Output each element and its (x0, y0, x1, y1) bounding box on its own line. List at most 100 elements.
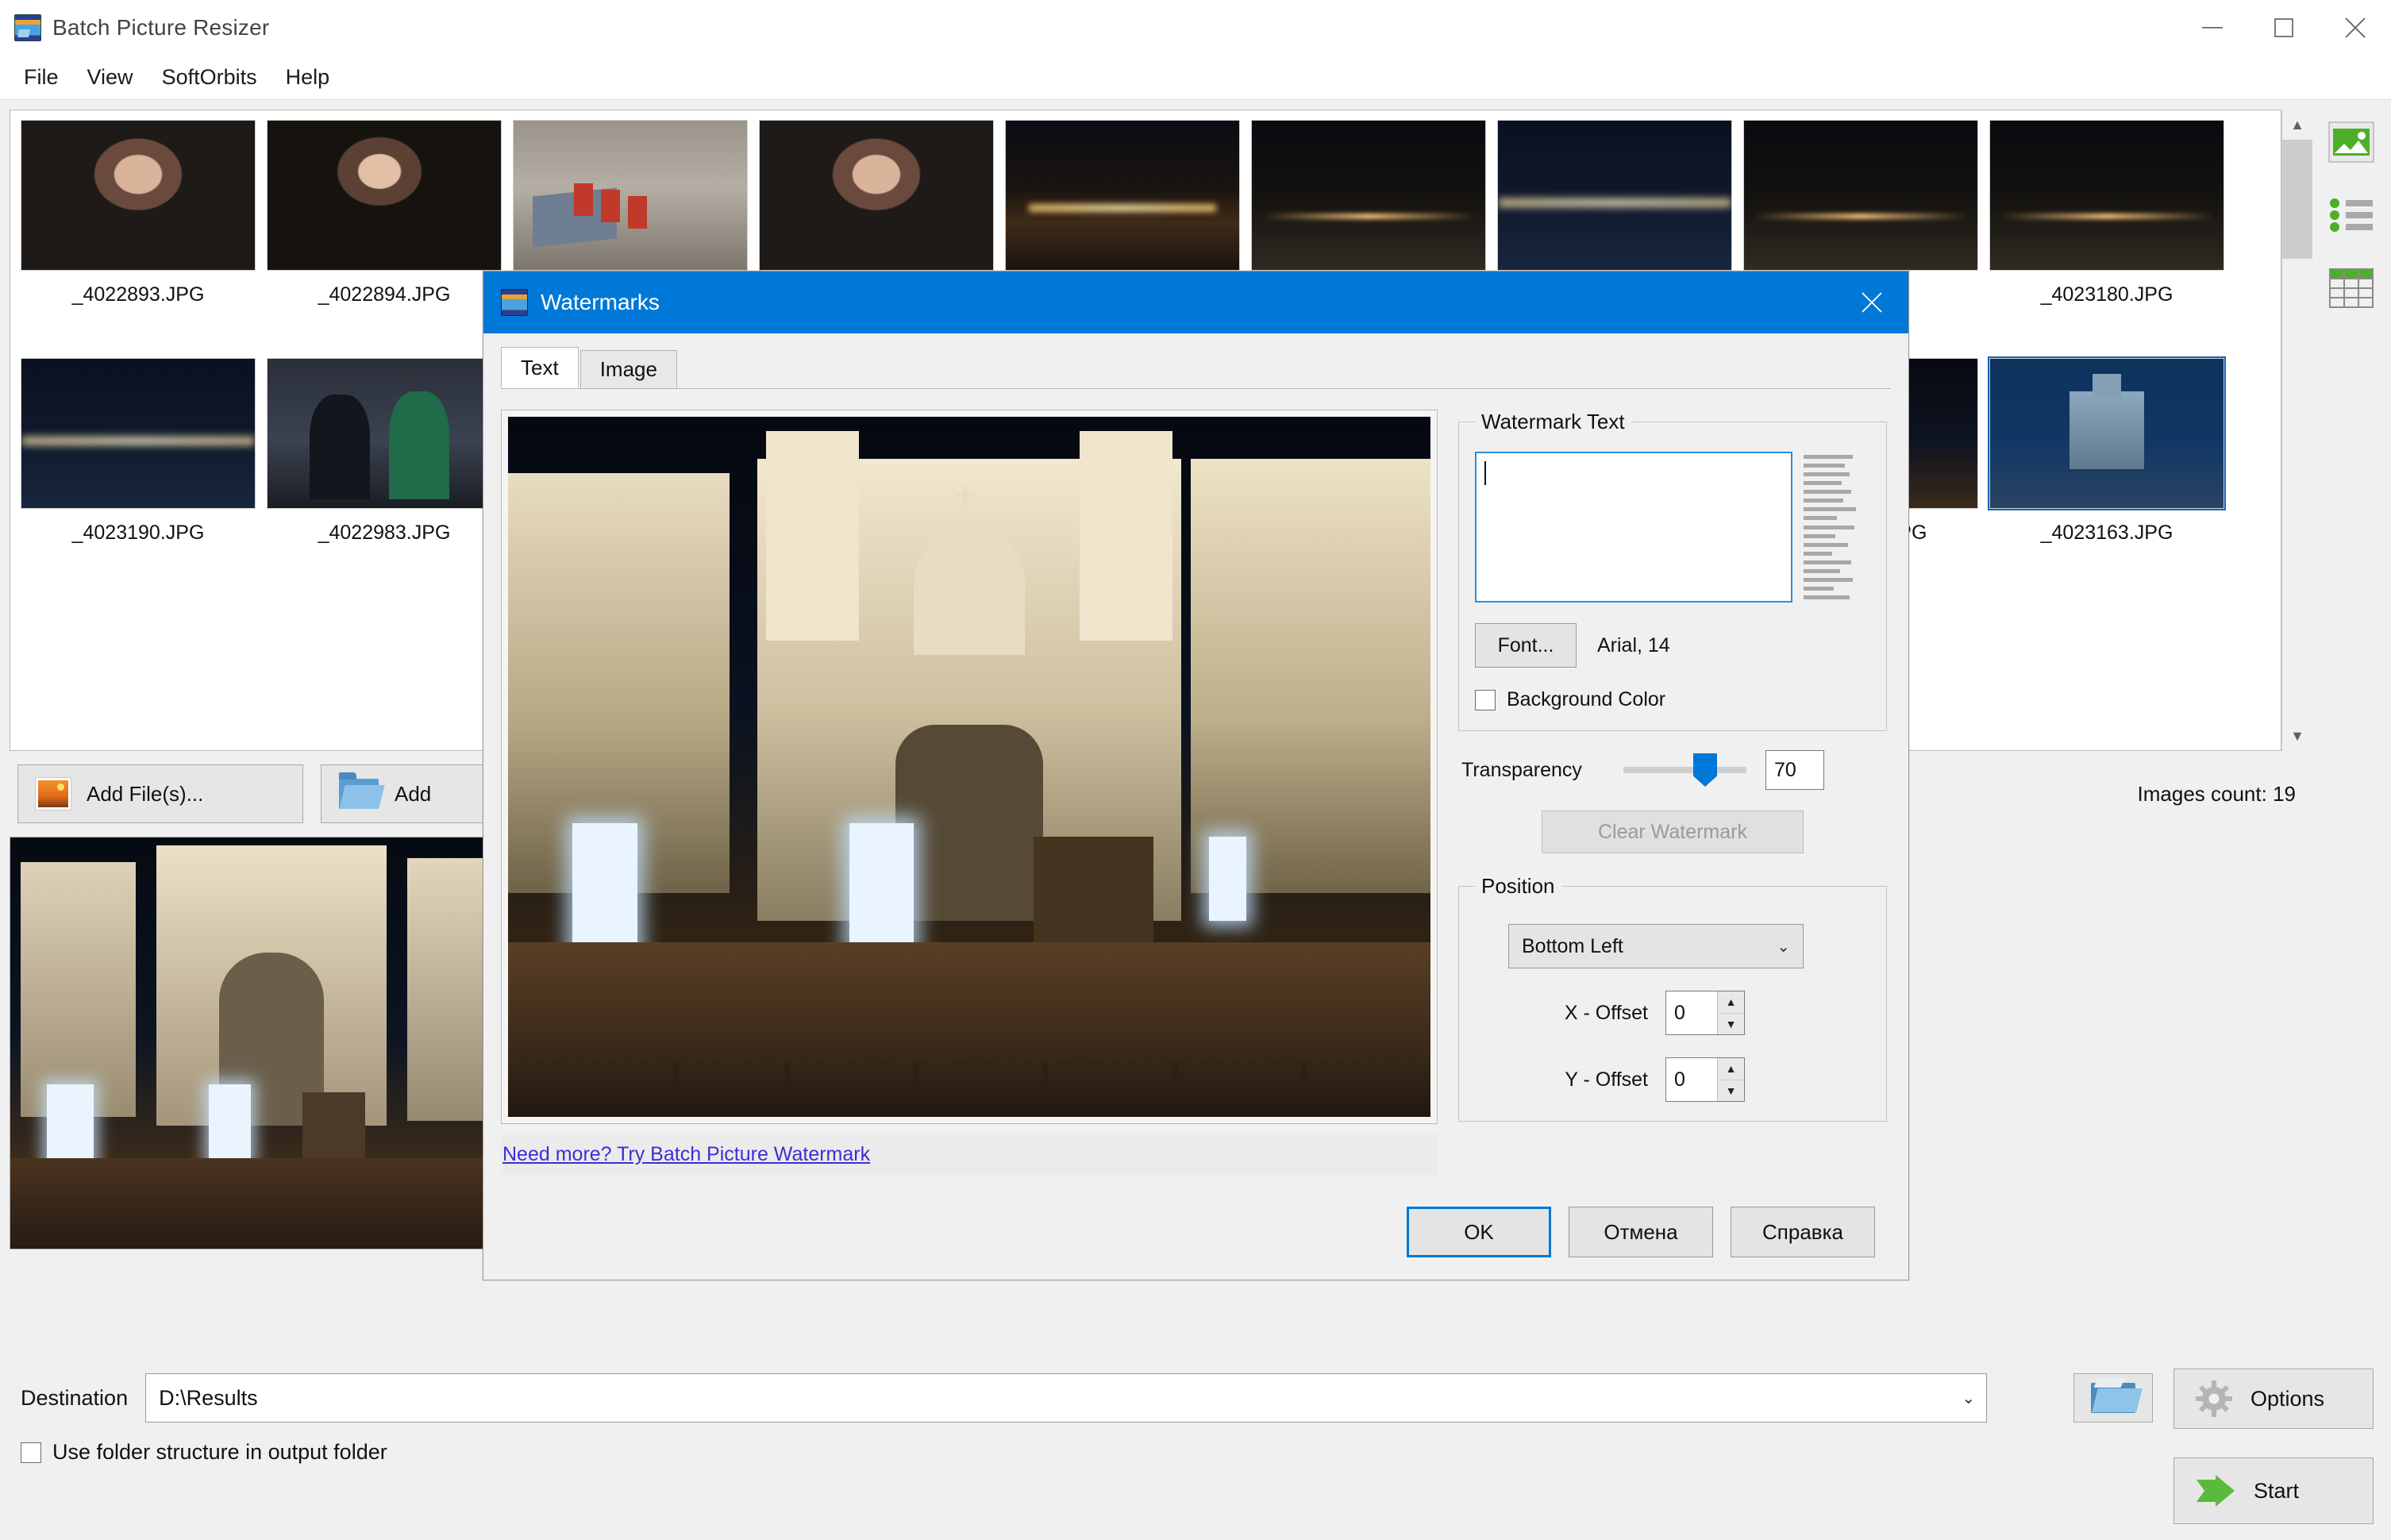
x-offset-label: X - Offset (1564, 1001, 1648, 1024)
background-color-row[interactable]: Background Color (1475, 688, 1870, 711)
menu-item-file[interactable]: File (11, 60, 71, 94)
x-offset-stepper[interactable]: 0 ▲ ▼ (1665, 991, 1745, 1035)
minimize-button[interactable] (2177, 0, 2248, 56)
menu-bar: File View SoftOrbits Help (0, 56, 2391, 100)
thumbnail-filename: _4022983.JPG (318, 522, 451, 544)
dialog-title: Watermarks (541, 290, 660, 314)
chevron-down-icon[interactable]: ⌄ (1777, 937, 1790, 957)
position-select[interactable]: Bottom Left ⌄ (1508, 924, 1804, 968)
add-folder-label: Add (395, 781, 432, 806)
window-controls (2177, 0, 2391, 56)
y-offset-row: Y - Offset 0 ▲ ▼ (1475, 1057, 1870, 1102)
batch-picture-watermark-link[interactable]: Need more? Try Batch Picture Watermark (501, 1143, 870, 1166)
open-folder-icon (2091, 1383, 2135, 1413)
help-button[interactable]: Справка (1731, 1207, 1875, 1257)
dialog-title-bar: Watermarks (483, 271, 1908, 333)
thumbnail-image (21, 358, 256, 509)
watermark-text-input[interactable] (1475, 452, 1792, 603)
destination-row: Destination D:\Results ⌄ (21, 1373, 1988, 1423)
promo-link-row: Need more? Try Batch Picture Watermark (501, 1134, 1438, 1175)
close-button[interactable] (2320, 0, 2391, 56)
dialog-close-button[interactable] (1835, 271, 1908, 333)
y-offset-stepper[interactable]: 0 ▲ ▼ (1665, 1057, 1745, 1102)
x-offset-value[interactable]: 0 (1666, 991, 1717, 1034)
y-offset-label: Y - Offset (1565, 1068, 1648, 1091)
watermark-controls-column: Watermark Text Font... Arial, 14 Backgro… (1458, 410, 1887, 1175)
options-button[interactable]: Options (2173, 1369, 2374, 1429)
start-button[interactable]: Start (2173, 1457, 2374, 1524)
thumbnail-item[interactable]: _4022893.JPG (15, 115, 261, 353)
thumbnail-item[interactable]: _4022894.JPG (261, 115, 507, 353)
table-view-icon[interactable] (2325, 262, 2378, 314)
slider-track (1623, 767, 1746, 773)
background-color-checkbox[interactable] (1475, 689, 1496, 710)
thumbnail-filename: _4023163.JPG (2040, 522, 2173, 545)
list-view-icon[interactable] (2325, 189, 2378, 241)
y-offset-increment-icon[interactable]: ▲ (1718, 1058, 1744, 1080)
add-files-button[interactable]: Add File(s)... (17, 764, 303, 823)
transparency-label: Transparency (1461, 758, 1582, 781)
menu-item-help[interactable]: Help (273, 60, 343, 94)
view-mode-toolbar (2312, 100, 2391, 751)
app-icon (14, 14, 41, 41)
position-group: Position Bottom Left ⌄ X - Offset 0 ▲ ▼ (1458, 874, 1887, 1122)
images-count-label: Images count: 19 (2137, 781, 2296, 806)
dialog-footer: OK Отмена Справка (483, 1184, 1908, 1280)
watermark-text-group: Watermark Text Font... Arial, 14 Backgro… (1458, 410, 1887, 731)
ok-button[interactable]: OK (1407, 1207, 1551, 1257)
thumbnails-scrollbar[interactable]: ▲ ▼ (2281, 110, 2312, 751)
maximize-button[interactable] (2248, 0, 2320, 56)
thumbnail-image (1989, 120, 2224, 271)
thumbnail-image (1743, 120, 1978, 271)
dialog-app-icon (501, 289, 528, 316)
background-color-label: Background Color (1507, 688, 1666, 710)
transparency-slider[interactable] (1623, 749, 1746, 791)
picture-icon (36, 778, 71, 810)
folder-icon (339, 772, 379, 809)
transparency-value-input[interactable]: 70 (1765, 750, 1824, 790)
menu-item-view[interactable]: View (75, 60, 146, 94)
x-offset-increment-icon[interactable]: ▲ (1718, 991, 1744, 1014)
y-offset-decrement-icon[interactable]: ▼ (1718, 1080, 1744, 1101)
tab-text[interactable]: Text (501, 347, 579, 388)
scroll-down-icon[interactable]: ▼ (2282, 721, 2312, 751)
text-cursor (1484, 461, 1486, 485)
thumbnail-image (1005, 120, 1240, 271)
title-bar: Batch Picture Resizer (0, 0, 2391, 56)
thumbnail-image (1497, 120, 1732, 271)
gear-icon (2196, 1380, 2232, 1417)
x-offset-decrement-icon[interactable]: ▼ (1718, 1013, 1744, 1034)
bottom-bar: Destination D:\Results ⌄ Use folder stru… (0, 1357, 2391, 1540)
use-folder-structure-checkbox[interactable] (21, 1442, 41, 1463)
cancel-button[interactable]: Отмена (1569, 1207, 1713, 1257)
font-button[interactable]: Font... (1475, 623, 1577, 668)
preview-photo (10, 837, 533, 1249)
thumbnail-item[interactable]: _4023180.JPG (1984, 115, 2230, 353)
menu-item-softorbits[interactable]: SoftOrbits (149, 60, 270, 94)
thumbnail-filename: _4023180.JPG (2040, 283, 2173, 306)
thumbnail-image (759, 120, 994, 271)
dialog-body: Text Image Need more? Try Batch Picture … (483, 333, 1908, 1184)
slider-handle[interactable] (1693, 753, 1717, 787)
start-label: Start (2254, 1478, 2300, 1503)
destination-input[interactable]: D:\Results ⌄ (145, 1373, 1988, 1423)
thumbnail-image (267, 120, 502, 271)
thumbnail-item[interactable]: _4022983.JPG (261, 353, 507, 591)
scrollbar-thumb[interactable] (2282, 140, 2312, 259)
y-offset-value[interactable]: 0 (1666, 1058, 1717, 1101)
clear-watermark-button[interactable]: Clear Watermark (1542, 810, 1804, 853)
scroll-up-icon[interactable]: ▲ (2282, 110, 2312, 140)
thumbnail-item[interactable]: _4023163.JPG (1984, 353, 2230, 591)
watermark-preview[interactable] (501, 410, 1438, 1124)
thumbnail-image (513, 120, 748, 271)
browse-folder-button[interactable] (2073, 1373, 2153, 1423)
image-preview[interactable] (10, 837, 533, 1249)
thumbnail-view-icon[interactable] (2325, 116, 2378, 168)
tab-image[interactable]: Image (579, 350, 677, 388)
use-folder-structure-row[interactable]: Use folder structure in output folder (21, 1440, 387, 1465)
thumbnail-image (267, 358, 502, 509)
chevron-down-icon[interactable]: ⌄ (1962, 1388, 1975, 1408)
use-folder-structure-label: Use folder structure in output folder (52, 1440, 387, 1464)
watermark-text-group-label: Watermark Text (1481, 410, 1625, 433)
thumbnail-item[interactable]: _4023190.JPG (15, 353, 261, 591)
